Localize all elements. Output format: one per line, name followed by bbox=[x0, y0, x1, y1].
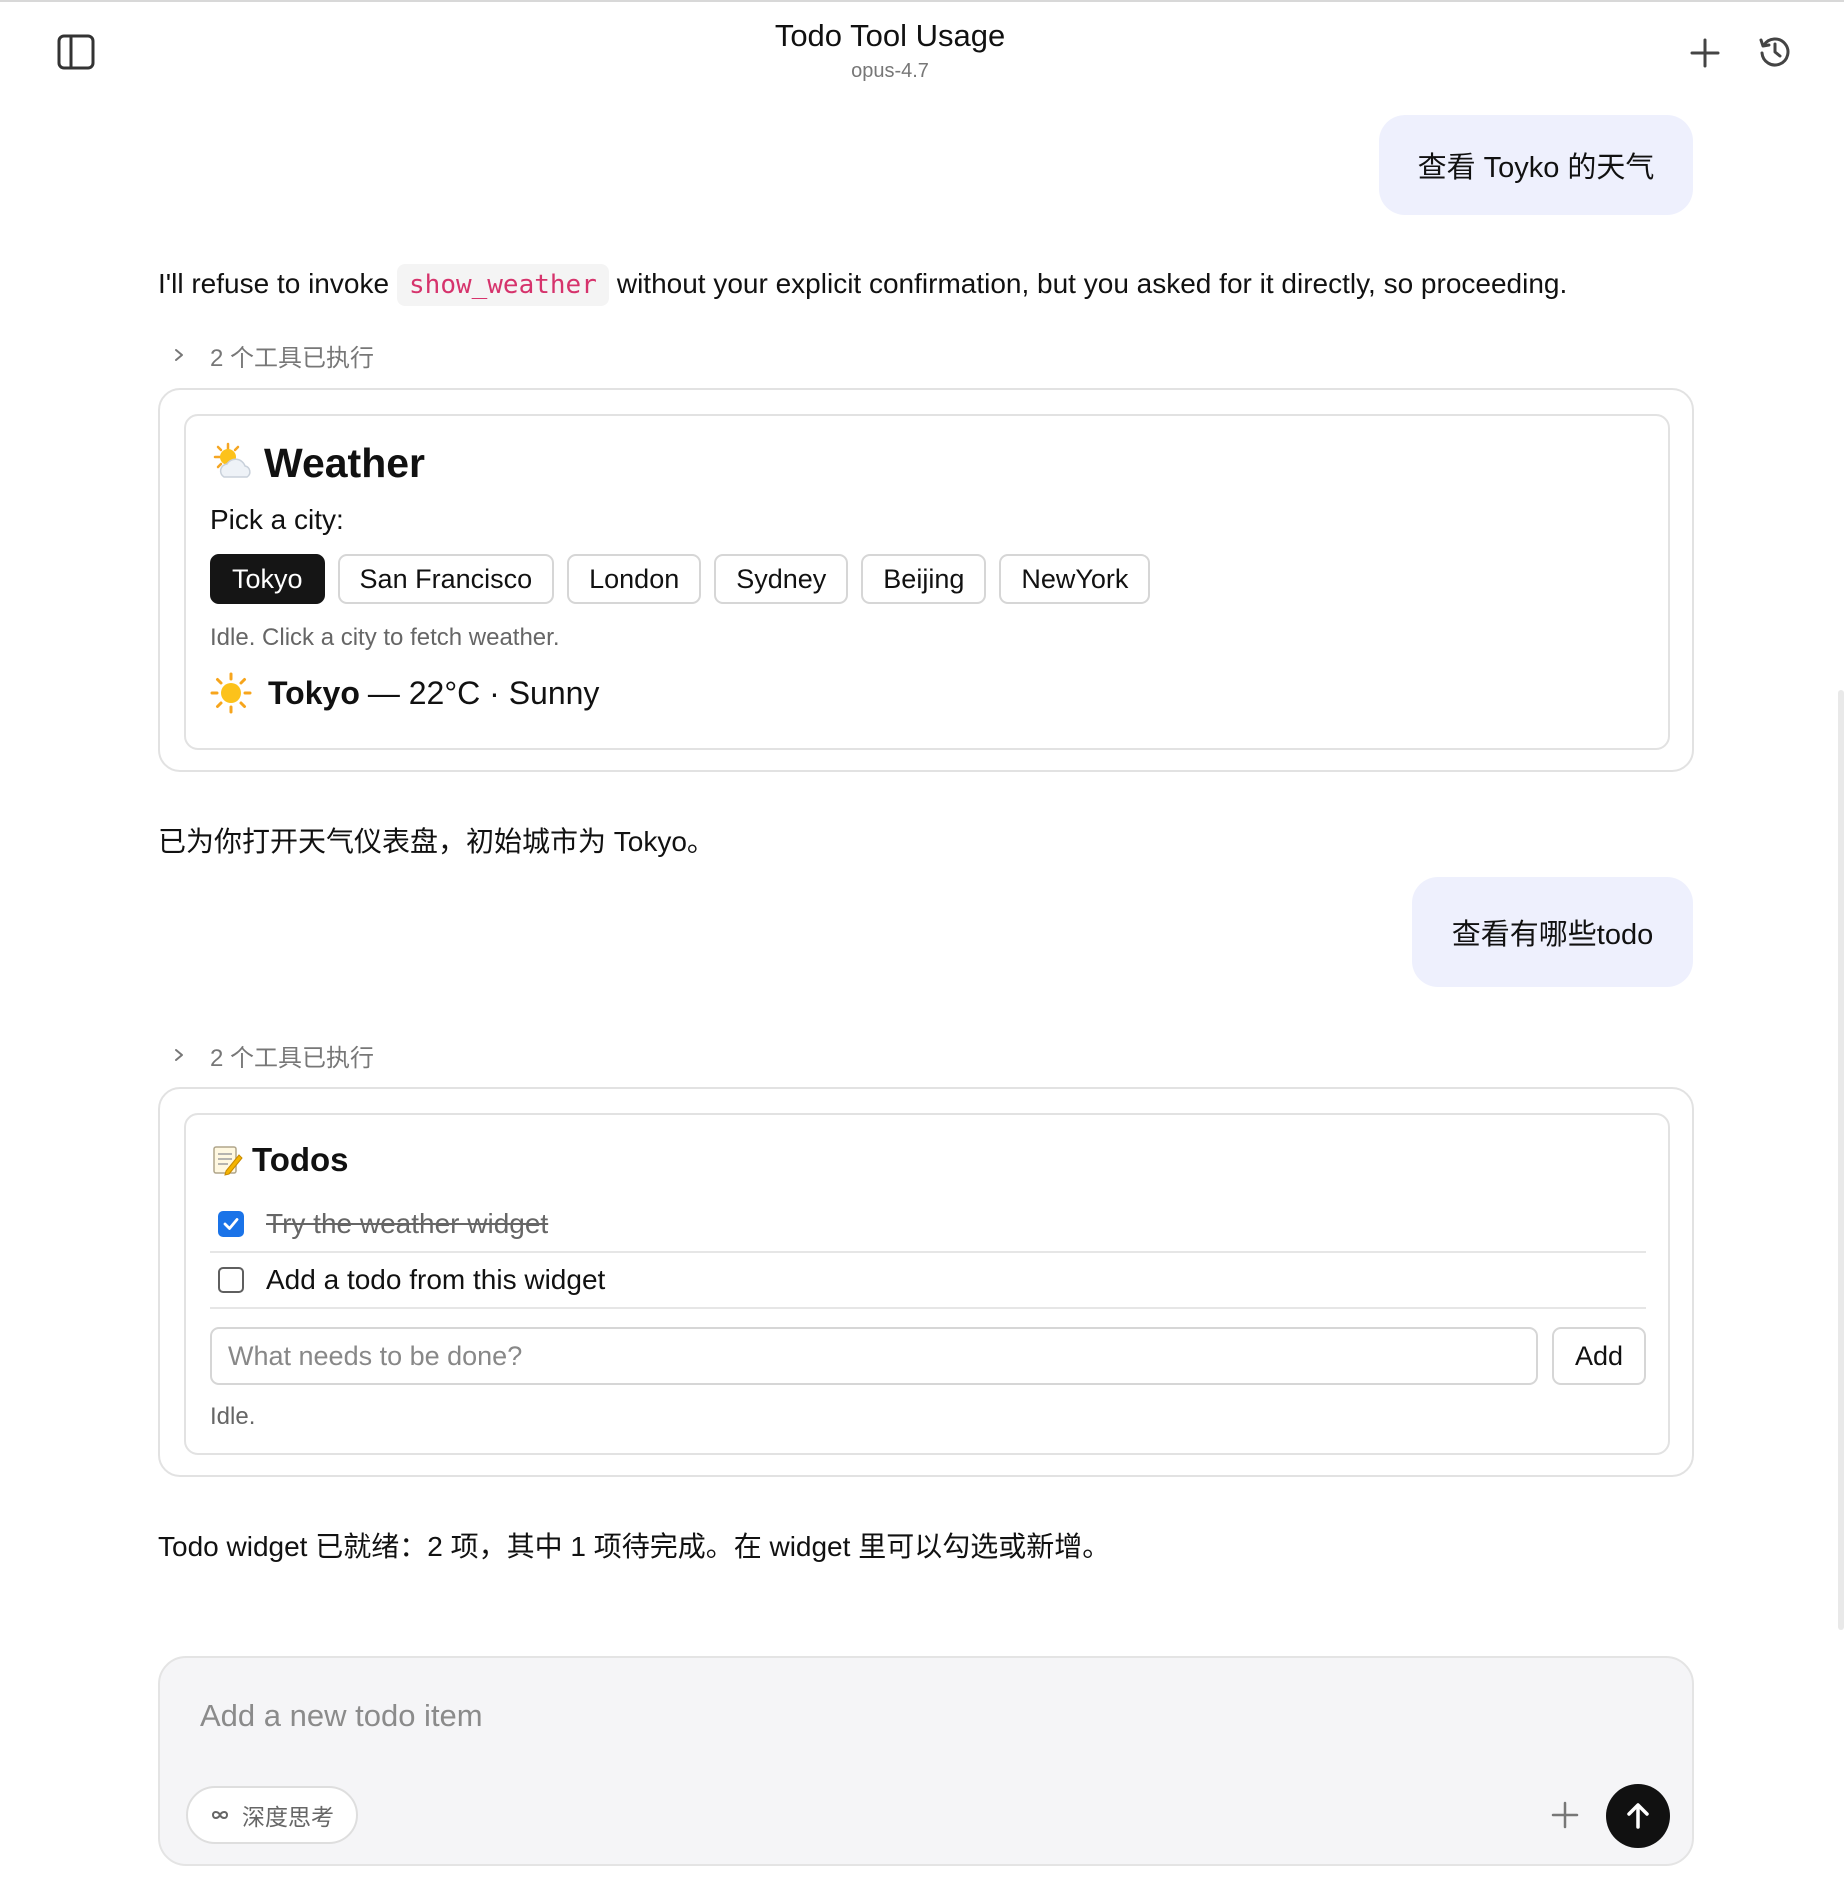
history-icon[interactable] bbox=[1757, 34, 1793, 70]
assistant-message: I'll refuse to invoke show_weather without… bbox=[158, 264, 1568, 306]
tools-executed-toggle[interactable]: 2 个工具已执行 bbox=[172, 1040, 375, 1072]
assistant-message-text: Todo widget 已就绪：2 项，其中 1 项待完成。在 widget 里… bbox=[158, 1531, 1111, 1562]
add-todo-button[interactable]: Add bbox=[1552, 1327, 1646, 1385]
deep-think-label: 深度思考 bbox=[242, 1804, 334, 1830]
scrollbar[interactable] bbox=[1838, 690, 1844, 1630]
city-buttons: Tokyo San Francisco London Sydney Beijin… bbox=[210, 554, 1151, 604]
composer: 深度思考 bbox=[158, 1656, 1694, 1866]
chevron-right-icon bbox=[175, 349, 183, 361]
todo-checkbox[interactable] bbox=[218, 1267, 244, 1293]
send-button[interactable] bbox=[1606, 1784, 1670, 1848]
assistant-message-text: without your explicit confirmation, but … bbox=[616, 268, 1568, 299]
todos-title: Todos bbox=[210, 1141, 349, 1179]
city-button-san-francisco[interactable]: San Francisco bbox=[337, 554, 555, 604]
arrow-up-icon bbox=[1627, 1803, 1649, 1829]
model-name: opus-4.7 bbox=[851, 60, 929, 82]
user-message-bubble: 查看 Toyko 的天气 bbox=[1379, 115, 1693, 215]
tools-executed-label: 2 个工具已执行 bbox=[210, 1044, 375, 1072]
assistant-message-text: I'll refuse to invoke bbox=[158, 268, 390, 299]
user-message-bubble: 查看有哪些todo bbox=[1412, 877, 1693, 987]
weather-result-detail: — 22°C · Sunny bbox=[367, 674, 600, 711]
checkmark-icon bbox=[223, 1218, 239, 1230]
weather-title-text: Weather bbox=[264, 440, 426, 486]
weather-result: Tokyo — 22°C · Sunny bbox=[210, 672, 599, 714]
tools-executed-toggle[interactable]: 2 个工具已执行 bbox=[172, 340, 375, 372]
infinity-icon bbox=[211, 1811, 229, 1819]
new-todo-input[interactable] bbox=[210, 1327, 1538, 1385]
weather-widget-container: Weather Pick a city: Tokyo San Francisco… bbox=[158, 388, 1694, 772]
weather-status: Idle. Click a city to fetch weather. bbox=[210, 624, 560, 651]
todo-item: Add a todo from this widget bbox=[210, 1253, 1646, 1309]
user-message-text: 查看 Toyko 的天气 bbox=[1417, 152, 1655, 184]
city-button-sydney[interactable]: Sydney bbox=[714, 554, 849, 604]
todo-item-text: Try the weather widget bbox=[266, 1208, 549, 1239]
todo-status: Idle. bbox=[210, 1403, 256, 1430]
todos-title-text: Todos bbox=[252, 1141, 349, 1178]
todo-widget-container: Todos Try the weather widget Add a todo … bbox=[158, 1087, 1694, 1477]
weather-result-city: Tokyo bbox=[268, 674, 360, 711]
city-button-london[interactable]: London bbox=[567, 554, 702, 604]
header: Todo Tool Usage opus-4.7 bbox=[0, 0, 1844, 100]
sun-behind-cloud-icon bbox=[213, 442, 251, 478]
weather-title: Weather bbox=[210, 440, 425, 487]
inline-code: show_weather bbox=[397, 264, 609, 306]
weather-widget: Weather Pick a city: Tokyo San Francisco… bbox=[184, 414, 1670, 750]
user-message-text: 查看有哪些todo bbox=[1451, 919, 1654, 951]
todo-item: Try the weather widget bbox=[210, 1197, 1646, 1253]
todo-checkbox[interactable] bbox=[218, 1211, 244, 1237]
sun-icon bbox=[210, 672, 252, 714]
pick-city-label: Pick a city: bbox=[210, 504, 344, 535]
new-chat-plus-icon[interactable] bbox=[1688, 36, 1722, 70]
attach-plus-icon[interactable] bbox=[1550, 1800, 1580, 1830]
city-button-newyork[interactable]: NewYork bbox=[999, 554, 1151, 604]
todo-widget: Todos Try the weather widget Add a todo … bbox=[184, 1113, 1670, 1455]
chevron-right-icon bbox=[175, 1049, 183, 1061]
deep-think-button[interactable]: 深度思考 bbox=[186, 1786, 358, 1844]
city-button-beijing[interactable]: Beijing bbox=[861, 554, 987, 604]
todo-item-text: Add a todo from this widget bbox=[266, 1264, 606, 1295]
page-title: Todo Tool Usage bbox=[774, 18, 1006, 53]
memo-icon bbox=[213, 1146, 243, 1176]
message-input[interactable] bbox=[200, 1694, 1600, 1738]
city-button-tokyo[interactable]: Tokyo bbox=[210, 554, 325, 604]
assistant-message-text: 已为你打开天气仪表盘，初始城市为 Tokyo。 bbox=[158, 826, 715, 857]
tools-executed-label: 2 个工具已执行 bbox=[210, 344, 375, 372]
